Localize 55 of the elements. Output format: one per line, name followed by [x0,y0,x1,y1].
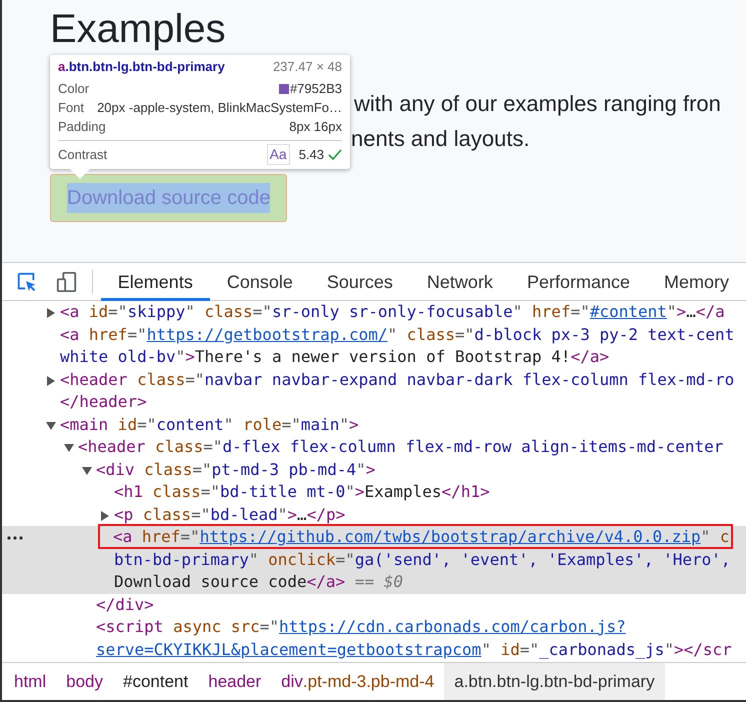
breadcrumb[interactable]: a.btn.btn-lg.btn-bd-primary [444,663,665,700]
breadcrumb[interactable]: header [198,663,272,700]
breadcrumb[interactable]: #content [113,663,198,700]
collapse-arrow-icon[interactable] [46,420,56,430]
breadcrumb[interactable]: body [56,663,113,700]
contrast-sample: Aa [266,144,290,165]
code-line: serve=CKYIKKJL&placement=getbootstrapcom" id="_carbonads_js"></scr [96,638,732,660]
code-line: <div class="pt-md-3 pb-md-4"> [96,458,376,480]
more-icon[interactable] [7,536,23,540]
code-line: <main id="content" role="main"> [60,414,359,434]
code-line: <a id="skippy" class="sr-only sr-only-focusable" href="#content">…</a [60,301,725,322]
devtools-tab[interactable]: Network [410,262,510,300]
code-line: <script async src="https://cdn.carbonads.com/carbon.js? [96,616,626,637]
breadcrumb[interactable]: html [4,663,56,700]
code-link[interactable]: https://getbootstrap.com/ [146,324,388,344]
property-value: 8px 16px [289,118,342,136]
code-line: <p class="bd-lead">…</p> [114,504,346,524]
property-value: 20px -apple-system, BlinkMacSystemFo… [97,99,342,117]
code-line: </header> [60,391,147,412]
lead-text: nents and layouts. [351,125,531,153]
code-line: <h1 class="bd-title mt-0">Examples</h1> [114,481,490,502]
breadcrumb[interactable]: div.pt-md-3.pb-md-4 [271,663,444,700]
code-line: <header class="d-flex flex-column flex-md-row align-items-md-center [78,436,724,457]
devtools-tab[interactable]: Memory [646,262,746,300]
devtools-tab[interactable]: Sources [310,262,410,300]
device-toolbar-icon[interactable] [56,270,78,294]
code-link[interactable]: https://cdn.carbonads.com/carbon.js? [279,617,626,636]
color-swatch [278,84,289,94]
devtools-tab[interactable]: Console [210,262,310,300]
code-line: <a href="https://github.com/twbs/bootstrap/archive/v4.0.0.zip" c [100,526,731,547]
devtools-tab[interactable]: Performance [510,262,647,300]
collapse-arrow-icon[interactable] [64,443,74,453]
expand-arrow-icon[interactable] [46,308,56,318]
expand-arrow-icon[interactable] [46,376,56,386]
lead-text: with any of our examples ranging fron [354,90,722,118]
property-label: Contrast [58,146,108,164]
code-link[interactable]: serve=CKYIKKJL&placement=getbootstrapcom [96,640,482,658]
code-link[interactable]: #content [590,302,667,321]
code-line: Download source code</a> == $0 [114,571,403,592]
contrast-ratio: 5.43 [298,146,324,164]
code-line: btn-bd-primary" onclick="ga('send', 'event', 'Examples', 'Hero', [114,548,731,570]
code-line: white old-bv">There's a newer version of Bootstrap 4!</a> [60,346,610,367]
element-size: 237.47 × 48 [272,58,342,76]
page-heading: Examples [50,6,227,52]
property-value: #7952B3 [290,80,342,98]
code-line: <a href="https://getbootstrap.com/" class="d-block px-3 py-2 text-cent [60,324,734,344]
element-selector: a.btn.btn-lg.btn-bd-primary [58,58,225,76]
code-line: <header class="navbar navbar-expand navbar-dark flex-column flex-md-ro [60,368,734,390]
code-link[interactable]: https://github.com/twbs/bootstrap/archive/v4.0.0.zip [200,527,701,546]
expand-arrow-icon[interactable] [100,510,110,520]
property-label: Padding [58,118,106,136]
property-label: Font [58,99,84,117]
code-line: </div> [96,594,154,614]
collapse-arrow-icon[interactable] [82,466,92,476]
property-label: Color [58,80,90,98]
